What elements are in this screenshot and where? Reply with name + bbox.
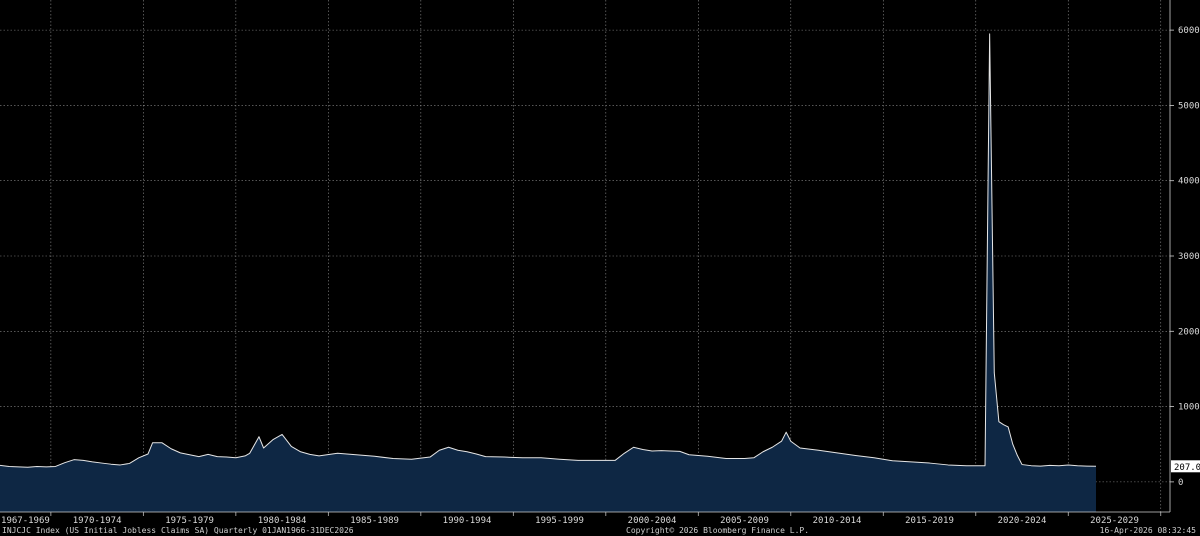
x-tick-label: 2000-2004 bbox=[628, 516, 677, 526]
x-tick-label: 1967-1969 bbox=[1, 516, 50, 526]
x-tick-label: 1985-1989 bbox=[350, 516, 399, 526]
x-tick-label: 1970-1974 bbox=[73, 516, 122, 526]
last-value-marker: 207.0 bbox=[1171, 460, 1200, 473]
x-tick-label: 2010-2014 bbox=[813, 516, 862, 526]
y-tick-label: 3000 bbox=[1178, 252, 1200, 262]
x-tick-label: 2015-2019 bbox=[905, 516, 954, 526]
last-value-label: 207.0 bbox=[1174, 463, 1200, 473]
x-tick-label: 1975-1979 bbox=[165, 516, 214, 526]
y-tick-label: 6000 bbox=[1178, 26, 1200, 36]
footer-copyright: Copyright© 2026 Bloomberg Finance L.P. bbox=[626, 526, 810, 535]
y-tick-label: 2000 bbox=[1178, 327, 1200, 337]
x-tick-label: 1995-1999 bbox=[535, 516, 584, 526]
y-tick-label: 5000 bbox=[1178, 101, 1200, 111]
x-tick-label: 2025-2029 bbox=[1090, 516, 1139, 526]
y-tick-label: 4000 bbox=[1178, 177, 1200, 187]
x-tick-label: 2005-2009 bbox=[720, 516, 769, 526]
x-tick-label: 2020-2024 bbox=[998, 516, 1047, 526]
footer-index-description: INJCJC Index (US Initial Jobless Claims … bbox=[2, 526, 354, 535]
chart: 0 1000 2000 3000 4000 5000 6000 1967-1969 1970-… bbox=[0, 0, 1200, 536]
x-tick-label: 1990-1994 bbox=[443, 516, 492, 526]
x-tick-label: 1980-1984 bbox=[258, 516, 307, 526]
footer-timestamp: 16-Apr-2026 08:32:45 bbox=[1099, 526, 1196, 535]
y-tick-label: 1000 bbox=[1178, 403, 1200, 413]
y-tick-label: 0 bbox=[1178, 478, 1183, 488]
